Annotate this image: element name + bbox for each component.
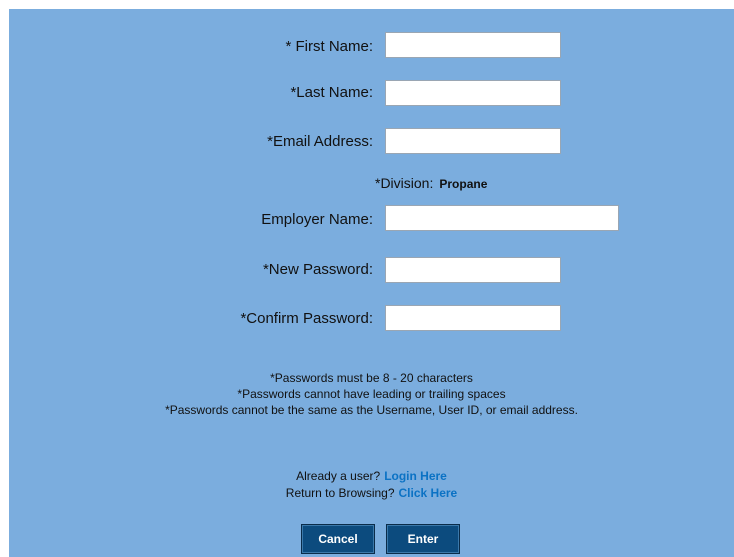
confirm-password-label: *Confirm Password: <box>240 310 373 327</box>
new-password-label: *New Password: <box>262 261 373 278</box>
enter-button[interactable]: Enter <box>386 524 460 554</box>
cancel-button[interactable]: Cancel <box>301 524 375 554</box>
browse-prompt: Return to Browsing? <box>285 486 395 500</box>
email-label: *Email Address: <box>267 133 373 150</box>
division-value: Propane <box>439 177 488 191</box>
browse-row: Return to Browsing? Click Here <box>9 485 734 502</box>
password-rule: *Passwords must be 8 - 20 characters <box>270 371 473 385</box>
password-rule: *Passwords cannot have leading or traili… <box>237 387 506 401</box>
employer-name-label: Employer Name: <box>261 211 373 228</box>
password-rule: *Passwords cannot be the same as the Use… <box>165 403 578 417</box>
login-row: Already a user? Login Here <box>9 468 734 485</box>
first-name-field[interactable] <box>385 32 561 58</box>
division-label: *Division: <box>375 175 434 191</box>
confirm-password-field[interactable] <box>385 305 561 331</box>
account-links: Already a user? Login Here Return to Brow… <box>9 468 734 502</box>
browse-link[interactable]: Click Here <box>399 486 458 500</box>
employer-name-field[interactable] <box>385 205 619 231</box>
first-name-label: * First Name: <box>285 38 373 55</box>
email-field[interactable] <box>385 128 561 154</box>
new-password-field[interactable] <box>385 257 561 283</box>
last-name-label: *Last Name: <box>290 84 373 101</box>
last-name-field[interactable] <box>385 80 561 106</box>
password-rules: *Passwords must be 8 - 20 characters *Pa… <box>9 370 734 418</box>
login-link[interactable]: Login Here <box>384 469 447 483</box>
registration-panel: * First Name: *Last Name: *Email Address… <box>9 9 734 557</box>
login-prompt: Already a user? <box>296 469 381 483</box>
division-row: *Division: Propane <box>375 175 487 191</box>
